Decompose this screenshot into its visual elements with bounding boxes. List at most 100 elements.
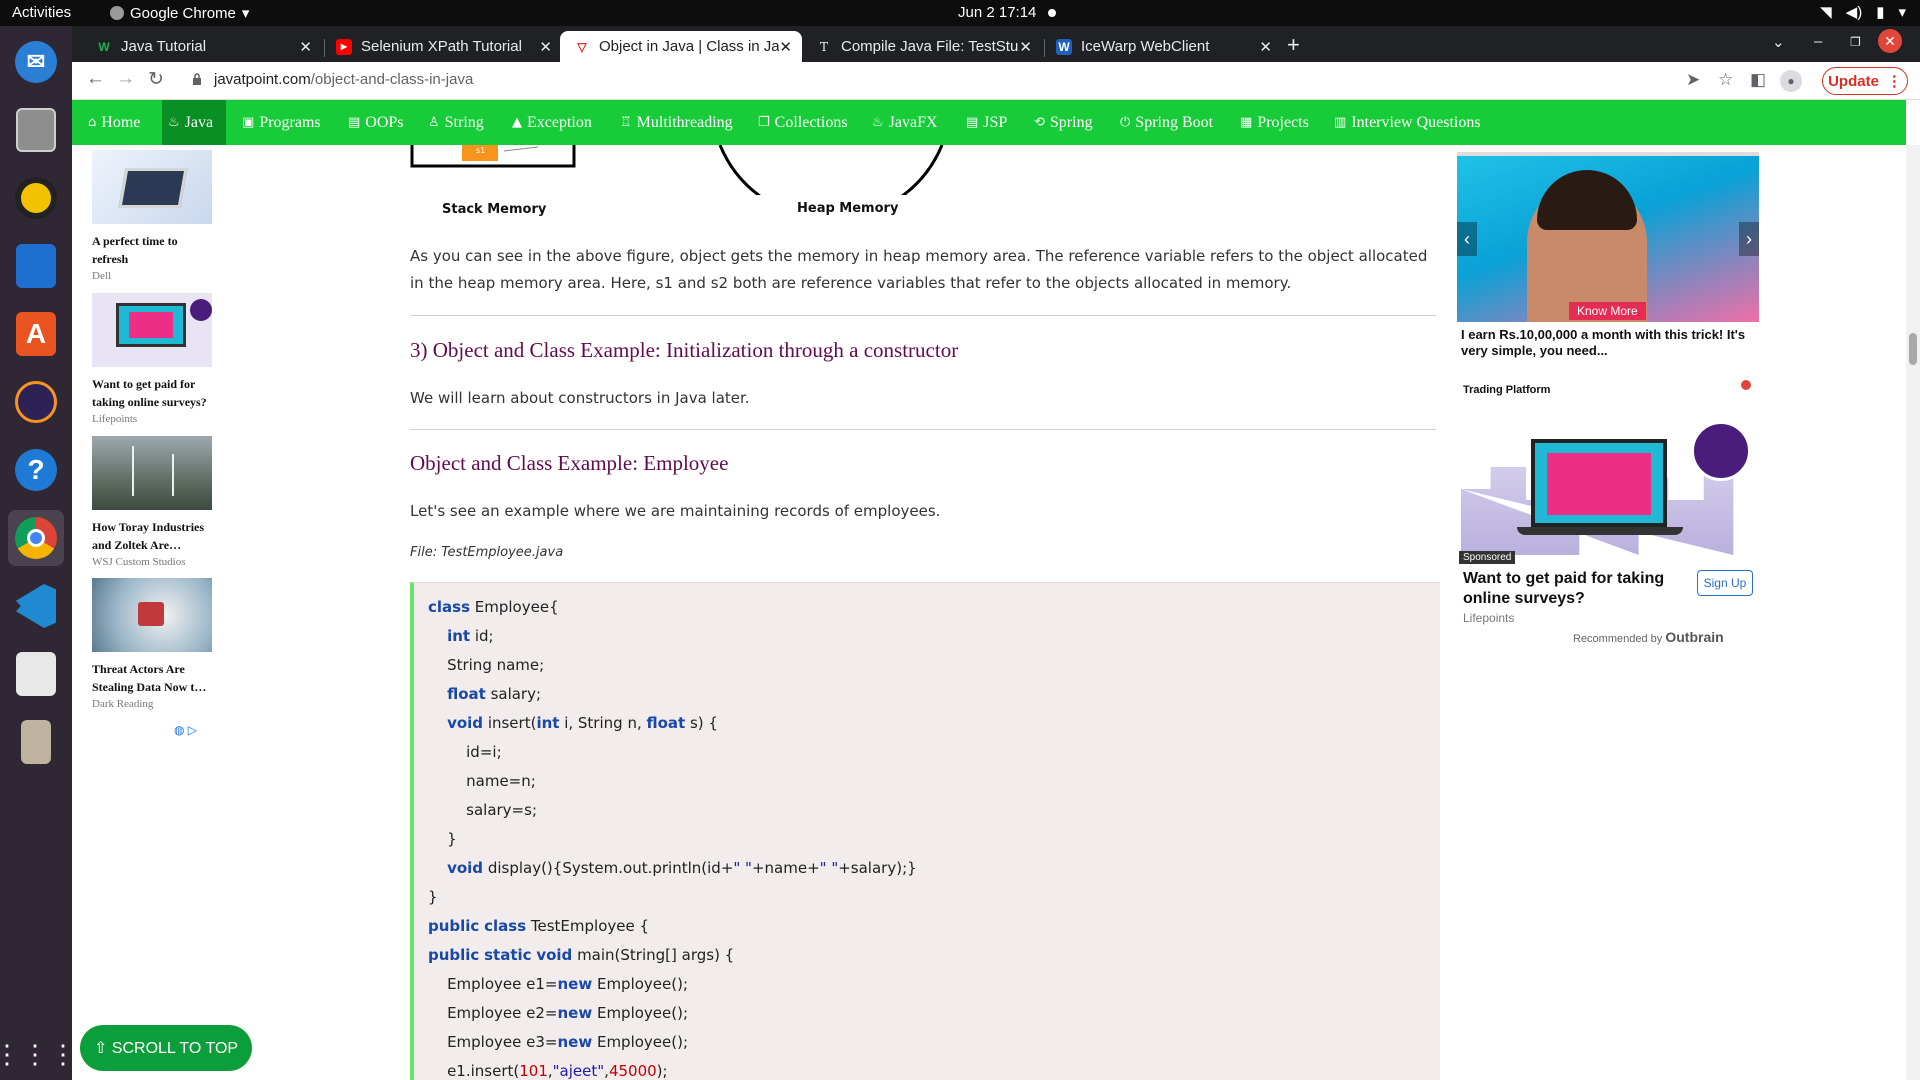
spring-icon: ⟲ <box>1034 115 1045 130</box>
forward-icon[interactable]: → <box>116 68 135 90</box>
clock[interactable]: Jun 2 17:14 <box>958 4 1036 21</box>
stack-memory-label: Stack Memory <box>442 202 547 217</box>
app-menu[interactable]: Google Chrome ▾ <box>110 4 249 22</box>
back-icon[interactable]: ← <box>86 68 105 90</box>
nav-label: Programs <box>259 113 321 131</box>
writer-icon[interactable] <box>8 238 64 294</box>
update-button[interactable]: Update ⋮ <box>1822 67 1908 95</box>
close-icon[interactable]: ✕ <box>779 38 792 56</box>
restore-icon[interactable]: ❐ <box>1850 35 1861 49</box>
right-ad-trading[interactable]: ‹ › Know More I earn Rs.10,00,000 a mont… <box>1457 152 1759 397</box>
address-bar[interactable]: javatpoint.com/object-and-class-in-java <box>214 71 473 88</box>
rhythmbox-icon[interactable] <box>8 170 64 226</box>
close-icon[interactable]: ✕ <box>539 38 552 56</box>
carousel-next-icon[interactable]: › <box>1739 222 1759 256</box>
recommended-by[interactable]: Recommended by Outbrain <box>1573 629 1724 645</box>
ad-image <box>1457 415 1759 563</box>
scrollbar-thumb[interactable] <box>1909 333 1917 365</box>
nav-spring-boot[interactable]: ⏻ Spring Boot <box>1114 100 1219 145</box>
youtube-favicon: ▶ <box>336 38 352 55</box>
nav-label: Collections <box>774 113 848 131</box>
side-panel-icon[interactable]: ◧ <box>1750 70 1766 90</box>
bookmark-star-icon[interactable]: ☆ <box>1718 70 1733 90</box>
nav-javafx[interactable]: ♨ JavaFX <box>866 100 944 145</box>
close-icon[interactable]: ✕ <box>1259 38 1272 56</box>
left-ad-dell[interactable]: A perfect time to refresh Dell <box>92 150 212 282</box>
send-tab-icon[interactable]: ➤ <box>1686 70 1700 90</box>
scroll-to-top-button[interactable]: ⇧ SCROLL TO TOP <box>80 1025 252 1071</box>
close-icon[interactable]: ✕ <box>1019 38 1032 56</box>
ad-title: How Toray Industries and Zoltek Are… <box>92 520 205 552</box>
eclipse-icon[interactable] <box>8 374 64 430</box>
ad-title: Threat Actors Are Stealing Data Now t… <box>92 662 207 694</box>
javafx-icon: ♨ <box>872 115 884 130</box>
article-content: s1 Stack Memory Heap Memory As you can s… <box>410 145 1440 1080</box>
sign-up-button[interactable]: Sign Up <box>1697 570 1753 596</box>
nav-collections[interactable]: ❐ Collections <box>752 100 854 145</box>
new-tab-button[interactable]: + <box>1287 32 1300 58</box>
app-center-icon[interactable]: A <box>8 306 64 362</box>
profile-avatar-icon[interactable]: ● <box>1780 70 1802 92</box>
help-icon[interactable]: ? <box>8 442 64 498</box>
thunderbird-icon[interactable]: ✉ <box>8 34 64 90</box>
page-scrollbar[interactable] <box>1906 145 1920 1080</box>
nav-jsp[interactable]: ▤ JSP <box>960 100 1013 145</box>
text-favicon: T <box>819 39 828 54</box>
adchoices-icon[interactable]: ◍ ▷ <box>174 723 197 737</box>
ad-text: Want to get paid for taking online surve… <box>1463 570 1665 607</box>
outbrain-logo: Outbrain <box>1665 629 1724 645</box>
tab-compile-java-file[interactable]: T Compile Java File: TestStu ✕ <box>802 31 1042 62</box>
tab-search-icon[interactable]: ⌄ <box>1772 33 1785 51</box>
nav-exception[interactable]: ▲ Exception <box>506 100 598 145</box>
code-line: salary=s; <box>428 801 537 819</box>
close-icon[interactable]: ✕ <box>299 38 312 56</box>
nav-string[interactable]: ♙ String <box>422 100 490 145</box>
programs-icon: ▣ <box>242 115 255 130</box>
nav-projects[interactable]: ▦ Projects <box>1234 100 1315 145</box>
nav-programs[interactable]: ▣ Programs <box>236 100 327 145</box>
volume-icon: ◀) <box>1845 4 1863 21</box>
code-line: float salary; <box>447 685 542 703</box>
close-window-icon[interactable]: ✕ <box>1878 29 1902 53</box>
chrome-icon[interactable] <box>8 510 64 566</box>
left-ad-wsj[interactable]: How Toray Industries and Zoltek Are… WSJ… <box>92 436 212 568</box>
tab-selenium-xpath[interactable]: ▶ Selenium XPath Tutorial ✕ <box>322 31 562 62</box>
show-apps-icon[interactable]: ⋮⋮⋮ <box>0 1026 76 1080</box>
java-duke-icon[interactable] <box>8 646 64 702</box>
code-block[interactable]: class Employee{ int id; String name; flo… <box>410 582 1440 1080</box>
nav-label: JavaFX <box>888 113 938 131</box>
vscode-icon[interactable] <box>8 578 64 634</box>
heading-employee-example: Object and Class Example: Employee <box>410 451 729 475</box>
nav-spring[interactable]: ⟲ Spring <box>1028 100 1099 145</box>
activities-button[interactable]: Activities <box>12 4 71 21</box>
left-ad-dark-reading[interactable]: Threat Actors Are Stealing Data Now t… D… <box>92 578 212 710</box>
know-more-button[interactable]: Know More <box>1569 302 1646 320</box>
code-line: public class TestEmployee { <box>428 917 650 935</box>
carousel-prev-icon[interactable]: ‹ <box>1457 222 1477 256</box>
nav-label: Java <box>184 113 214 131</box>
ad-source: Lifepoints <box>1463 611 1515 625</box>
nav-multithreading[interactable]: ♖ Multithreading <box>614 100 739 145</box>
nav-oops[interactable]: ▤ OOPs <box>342 100 410 145</box>
ad-source: WSJ Custom Studios <box>92 556 186 568</box>
code-line: } <box>428 888 438 906</box>
string-icon: ♙ <box>428 115 440 130</box>
tab-icewarp[interactable]: W IceWarp WebClient ✕ <box>1042 31 1282 62</box>
nav-java[interactable]: ♨ Java <box>162 100 226 145</box>
left-ad-lifepoints[interactable]: Want to get paid for taking online surve… <box>92 293 212 425</box>
file-label: File: TestEmployee.java <box>410 545 564 560</box>
power-menu-icon: ▾ <box>1898 4 1906 21</box>
files-icon[interactable] <box>8 102 64 158</box>
tab-object-in-java[interactable]: ▽ Object in Java | Class in Ja ✕ <box>560 31 802 62</box>
nav-interview-questions[interactable]: ▥ Interview Questions <box>1328 100 1487 145</box>
minimize-icon[interactable]: – <box>1814 33 1822 50</box>
tab-java-tutorial[interactable]: W Java Tutorial ✕ <box>82 31 322 62</box>
reload-icon[interactable]: ↻ <box>148 68 164 91</box>
lock-icon[interactable] <box>192 73 202 85</box>
right-ad-lifepoints[interactable]: Sponsored Want to get paid for taking on… <box>1457 415 1759 665</box>
nav-label: Spring <box>1049 113 1093 131</box>
s1-label: s1 <box>476 146 485 155</box>
archive-icon[interactable] <box>8 714 64 770</box>
system-tray[interactable]: ◥ ◀) ▮ ▾ <box>1820 3 1906 21</box>
nav-home[interactable]: ⌂ Home <box>82 100 146 145</box>
